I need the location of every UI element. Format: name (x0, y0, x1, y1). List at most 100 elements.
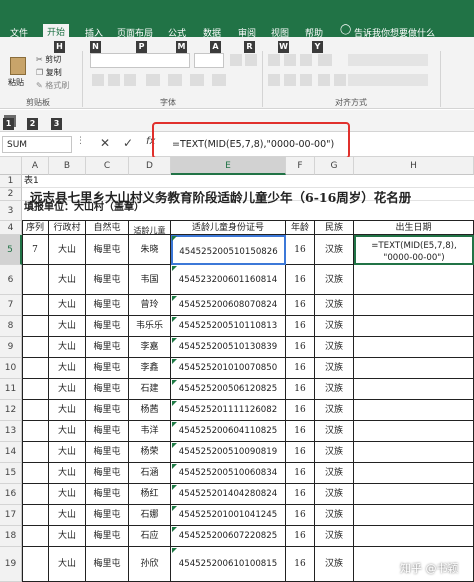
underline-icon[interactable] (124, 74, 136, 86)
birth-date-cell[interactable] (354, 484, 474, 505)
table-cell[interactable]: 石应 (129, 526, 171, 547)
birth-date-cell[interactable] (354, 265, 474, 295)
italic-icon[interactable] (108, 74, 120, 86)
table-cell[interactable]: 梅里屯 (86, 295, 129, 316)
phonetic-icon[interactable] (212, 74, 226, 86)
row-header-4[interactable]: 4 (0, 221, 22, 235)
column-header-c[interactable]: C (86, 157, 129, 175)
table-cell[interactable]: 杨茜 (129, 400, 171, 421)
table-cell[interactable]: 大山 (49, 484, 86, 505)
table-cell[interactable]: 16 (286, 235, 315, 265)
table-cell[interactable]: 454525200604110825 (171, 421, 286, 442)
column-header-h[interactable]: H (354, 157, 474, 175)
table-cell[interactable]: 大山 (49, 400, 86, 421)
left-align-icon[interactable] (268, 74, 280, 86)
birth-date-cell[interactable] (354, 316, 474, 337)
fill-color-icon[interactable] (168, 74, 182, 86)
table-cell[interactable]: 大山 (49, 421, 86, 442)
column-title[interactable]: 民族 (315, 221, 354, 235)
row-header-8[interactable]: 8 (0, 316, 22, 337)
table-cell[interactable]: 汉族 (315, 484, 354, 505)
table-cell[interactable]: 梅里屯 (86, 547, 129, 582)
column-header-g[interactable]: G (315, 157, 354, 175)
table-cell[interactable]: 16 (286, 526, 315, 547)
row-header-13[interactable]: 13 (0, 421, 22, 442)
table-cell[interactable]: 454525200510130839 (171, 337, 286, 358)
table-cell[interactable] (22, 547, 49, 582)
table-cell[interactable]: 汉族 (315, 526, 354, 547)
table-cell[interactable]: 石娜 (129, 505, 171, 526)
table-cell[interactable]: 梅里屯 (86, 358, 129, 379)
table-cell[interactable]: 汉族 (315, 421, 354, 442)
cancel-icon[interactable]: ✕ (100, 136, 110, 150)
row-header-10[interactable]: 10 (0, 358, 22, 379)
column-title[interactable]: 出生日期 (354, 221, 474, 235)
row-header-6[interactable]: 6 (0, 265, 22, 295)
decrease-indent-icon[interactable] (318, 74, 330, 86)
column-title[interactable]: 适龄儿童身份证号 (171, 221, 286, 235)
name-box-dropdown-icon[interactable]: ⋮ (76, 136, 85, 146)
table-cell[interactable] (22, 526, 49, 547)
birth-date-cell[interactable] (354, 442, 474, 463)
table-cell[interactable]: 汉族 (315, 442, 354, 463)
table-cell[interactable]: 454525201010070850 (171, 358, 286, 379)
table-cell[interactable]: 梅里屯 (86, 463, 129, 484)
table-cell[interactable]: 汉族 (315, 316, 354, 337)
row-header-11[interactable]: 11 (0, 379, 22, 400)
table-cell[interactable]: 16 (286, 316, 315, 337)
birth-date-cell[interactable] (354, 400, 474, 421)
table-cell[interactable]: 梅里屯 (86, 484, 129, 505)
select-all-corner[interactable] (0, 157, 22, 175)
table-cell[interactable]: 16 (286, 442, 315, 463)
birth-date-cell[interactable] (354, 505, 474, 526)
table-cell[interactable]: 孙欣 (129, 547, 171, 582)
table-cell[interactable]: 大山 (49, 379, 86, 400)
table-cell[interactable]: 梅里屯 (86, 421, 129, 442)
table-cell[interactable] (22, 265, 49, 295)
borders-icon[interactable] (146, 74, 160, 86)
table-cell[interactable]: 454525201111126082 (171, 400, 286, 421)
birth-date-cell[interactable] (354, 295, 474, 316)
table-cell[interactable]: 454525200510150826 (171, 235, 286, 265)
table-cell[interactable]: 大山 (49, 316, 86, 337)
birth-date-cell[interactable] (354, 463, 474, 484)
table-cell[interactable]: 梅里屯 (86, 400, 129, 421)
table-cell[interactable]: 454525201404280824 (171, 484, 286, 505)
row-header-12[interactable]: 12 (0, 400, 22, 421)
table-cell[interactable]: 454525200610100815 (171, 547, 286, 582)
table-cell[interactable]: 大山 (49, 547, 86, 582)
birth-date-cell[interactable] (354, 379, 474, 400)
table-cell[interactable] (22, 379, 49, 400)
table-cell[interactable]: 大山 (49, 265, 86, 295)
column-title[interactable]: 序列 (22, 221, 49, 235)
table-cell[interactable]: 16 (286, 547, 315, 582)
table-cell[interactable]: 454525200608070824 (171, 295, 286, 316)
row-header-15[interactable]: 15 (0, 463, 22, 484)
row-header-18[interactable]: 18 (0, 526, 22, 547)
table-cell[interactable]: 大山 (49, 526, 86, 547)
format-painter-button[interactable]: ✎ 格式刷 (36, 80, 69, 92)
table-cell[interactable]: 韦乐乐 (129, 316, 171, 337)
table-cell[interactable]: 石建 (129, 379, 171, 400)
table-cell[interactable]: 454525201001041245 (171, 505, 286, 526)
table-cell[interactable]: 杨红 (129, 484, 171, 505)
table-cell[interactable] (22, 316, 49, 337)
table-cell[interactable] (22, 295, 49, 316)
table-cell[interactable]: 16 (286, 265, 315, 295)
column-header-f[interactable]: F (286, 157, 315, 175)
table-cell[interactable]: 梅里屯 (86, 442, 129, 463)
top-align-icon[interactable] (268, 54, 280, 66)
wrap-text-button[interactable] (348, 54, 428, 66)
table-cell[interactable] (22, 442, 49, 463)
table-cell[interactable]: 韦洋 (129, 421, 171, 442)
cell-h5-editing[interactable]: =TEXT(MID(E5,7,8), "0000-00-00") (354, 235, 474, 265)
table-cell[interactable] (22, 337, 49, 358)
table-cell[interactable]: 16 (286, 400, 315, 421)
table-cell[interactable]: 大山 (49, 442, 86, 463)
table-cell[interactable] (22, 358, 49, 379)
row-header-19[interactable]: 19 (0, 547, 22, 582)
table-cell[interactable]: 454525200510110813 (171, 316, 286, 337)
table-cell[interactable]: 朱晓 (129, 235, 171, 265)
column-title[interactable]: 适龄儿童姓名 (129, 221, 171, 235)
row-header-9[interactable]: 9 (0, 337, 22, 358)
